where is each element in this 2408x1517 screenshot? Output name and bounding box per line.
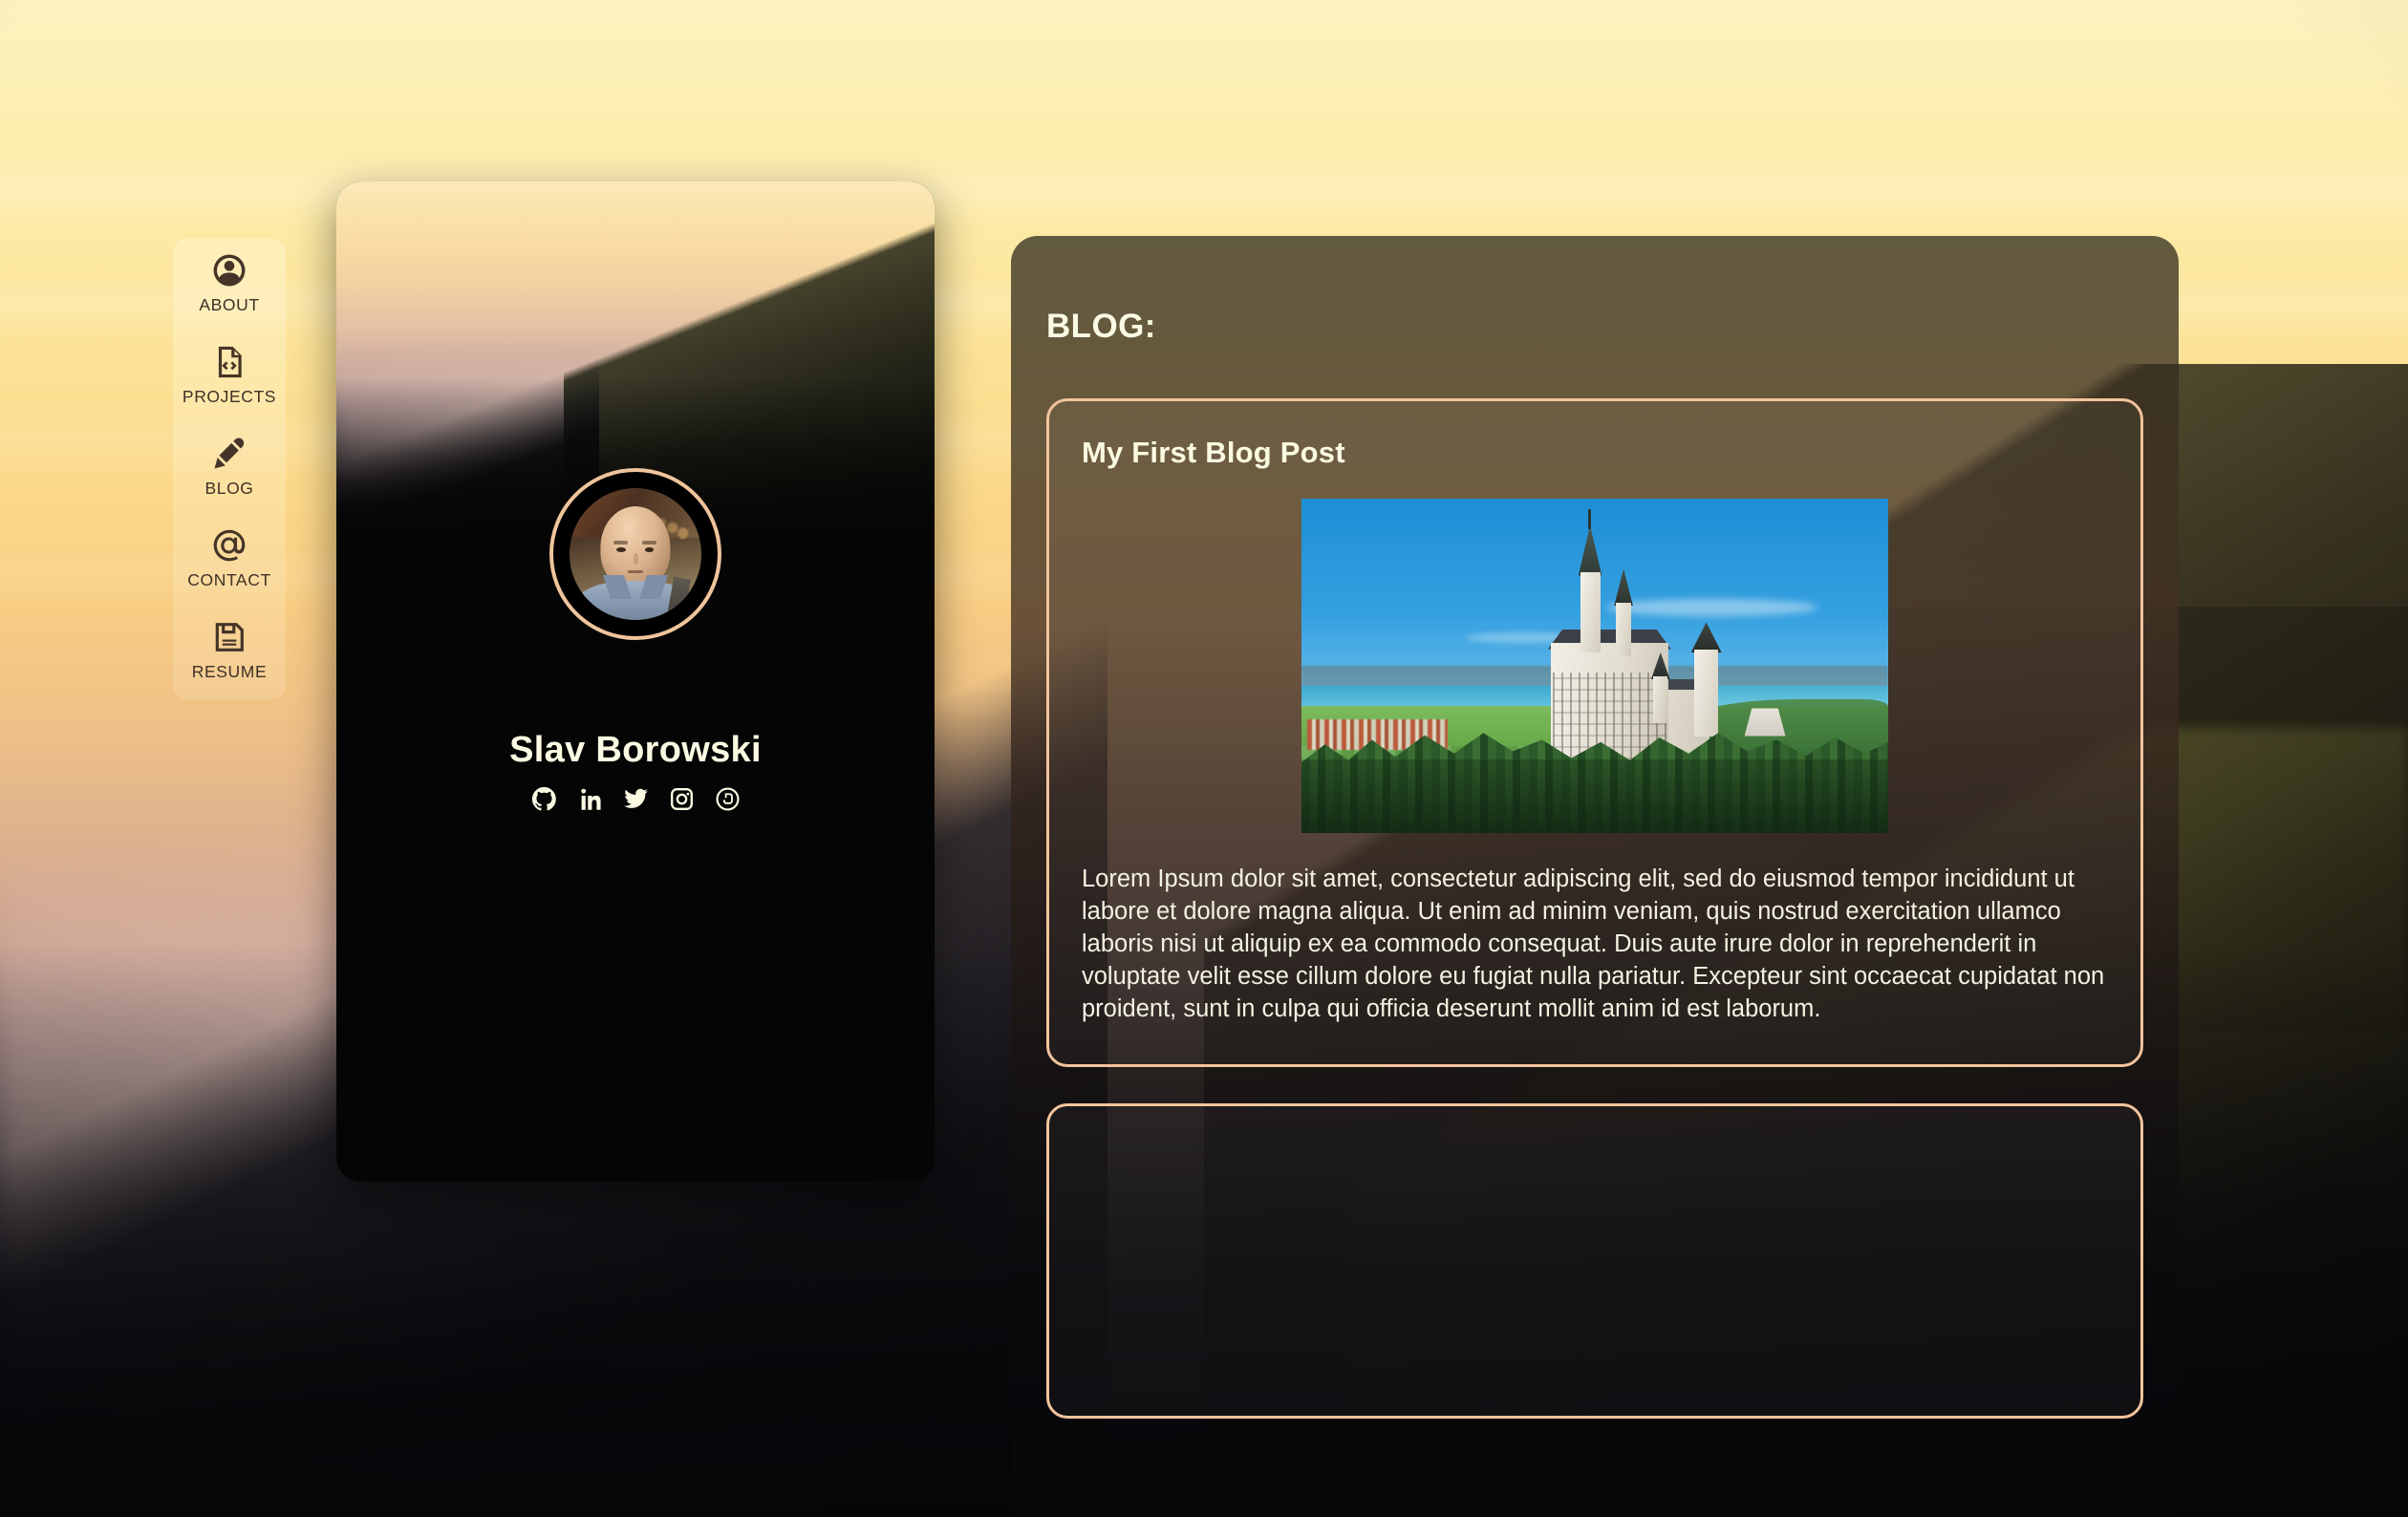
- github-icon[interactable]: [530, 785, 558, 813]
- castle-cloud: [1606, 599, 1818, 616]
- sidebar-item-blog[interactable]: BLOG: [173, 436, 286, 499]
- blog-post-image: [1301, 499, 1888, 833]
- sidebar-item-label: ABOUT: [199, 295, 260, 314]
- floppy-disk-icon: [211, 619, 247, 655]
- sidebar-item-projects[interactable]: PROJECTS: [173, 344, 286, 407]
- castle-mid-tower: [1616, 602, 1632, 656]
- avatar-photo: [570, 488, 701, 620]
- linkedin-icon[interactable]: [576, 785, 604, 813]
- avatar[interactable]: [549, 468, 721, 640]
- sidebar-nav: ABOUT PROJECTS BLOG CONTACT RESUME: [173, 239, 286, 699]
- blog-post-list: My First Blog Post Lorem Ipsum dolor sit…: [1046, 398, 2143, 1419]
- castle-small-tower: [1653, 675, 1668, 723]
- profile-name: Slav Borowski: [509, 730, 762, 770]
- avatar-eye-left: [615, 547, 626, 553]
- user-circle-icon: [211, 252, 247, 288]
- castle-spire: [1588, 508, 1592, 529]
- pen-icon: [211, 436, 247, 472]
- blog-post-card[interactable]: [1046, 1102, 2143, 1419]
- avatar-brow-right: [641, 541, 657, 545]
- sidebar-item-contact[interactable]: CONTACT: [173, 527, 286, 590]
- castle-tall-tower: [1580, 572, 1601, 652]
- twitter-icon[interactable]: [622, 785, 650, 813]
- profile-card: Slav Borowski: [336, 182, 935, 1182]
- sidebar-item-label: RESUME: [191, 662, 268, 681]
- blog-post-card[interactable]: My First Blog Post Lorem Ipsum dolor sit…: [1046, 398, 2143, 1067]
- instagram-icon[interactable]: [668, 785, 696, 813]
- page-root: ABOUT PROJECTS BLOG CONTACT RESUME Slav …: [0, 0, 2408, 1517]
- 500px-icon[interactable]: [714, 785, 742, 813]
- blog-heading: BLOG:: [1046, 308, 1156, 345]
- sidebar-item-label: PROJECTS: [182, 387, 277, 406]
- sidebar-item-about[interactable]: ABOUT: [173, 252, 286, 315]
- sidebar-item-label: BLOG: [204, 479, 254, 498]
- blog-post-body: Lorem Ipsum dolor sit amet, consectetur …: [1082, 865, 2105, 1022]
- avatar-mouth: [627, 569, 644, 573]
- social-links: [336, 785, 935, 813]
- castle-right-tower: [1694, 649, 1718, 737]
- code-file-icon: [211, 344, 247, 380]
- avatar-brow-left: [613, 541, 628, 545]
- blog-post-title: My First Blog Post: [1082, 436, 1345, 469]
- sidebar-item-resume[interactable]: RESUME: [173, 619, 286, 682]
- blog-panel: BLOG: My First Blog Post Lorem Ipsum dol…: [1011, 236, 2179, 1517]
- at-sign-icon: [211, 527, 247, 564]
- sidebar-item-label: CONTACT: [187, 570, 271, 589]
- castle-forest-shadow: [1301, 759, 1888, 833]
